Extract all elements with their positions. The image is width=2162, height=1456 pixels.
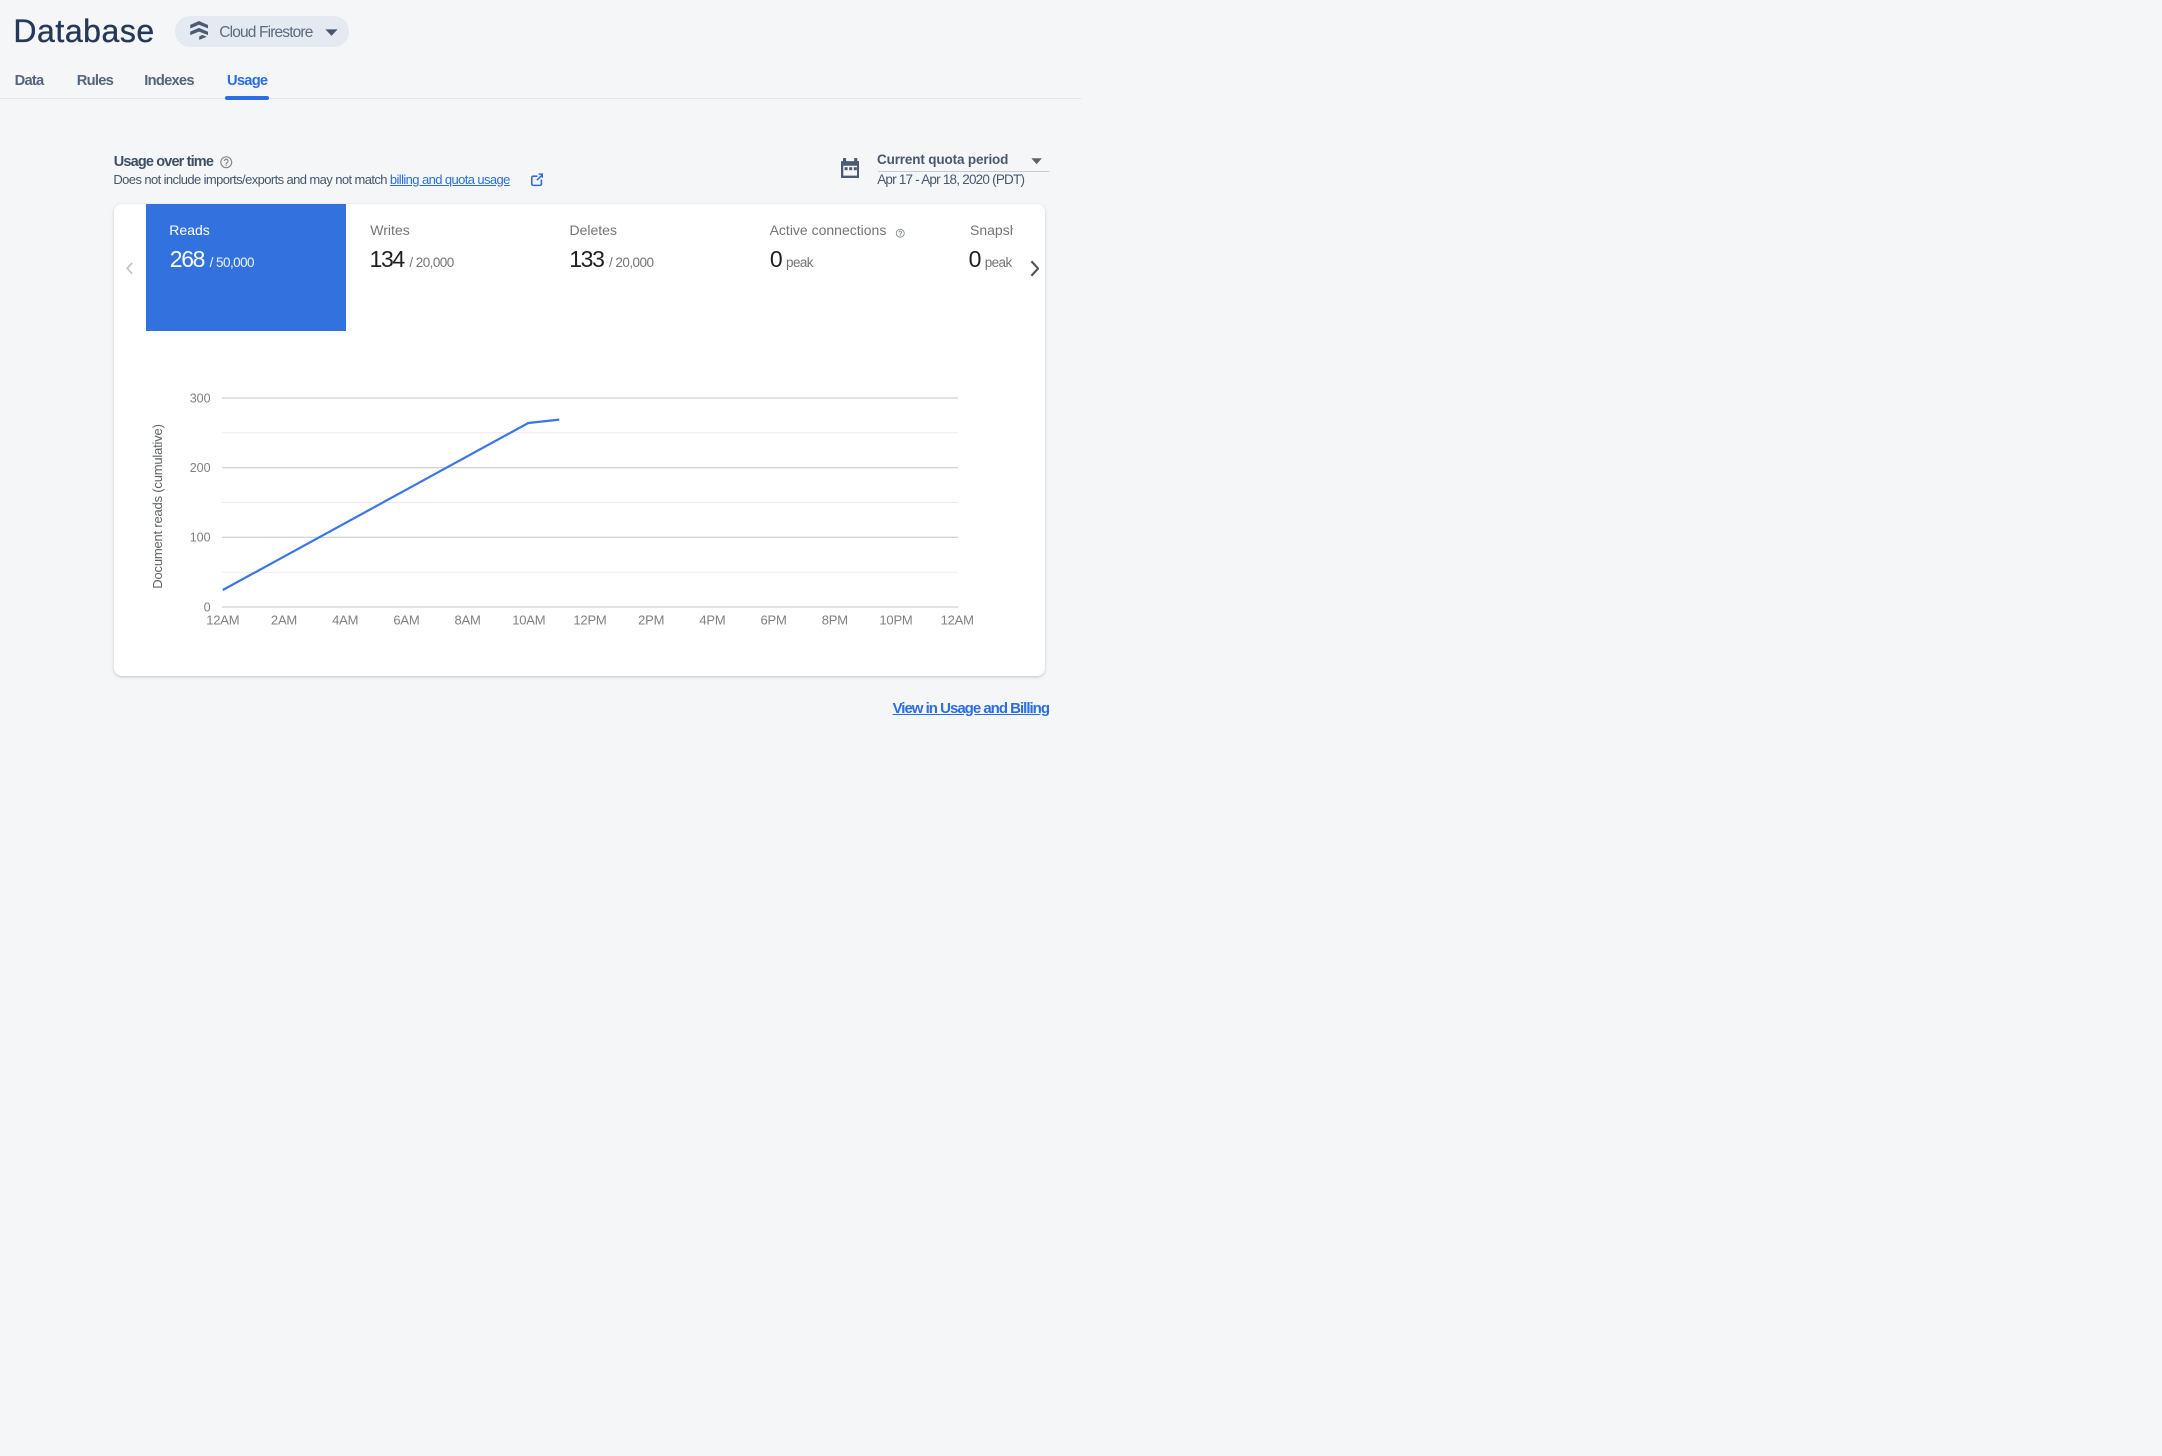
svg-text:100: 100 xyxy=(190,530,211,544)
svg-text:8PM: 8PM xyxy=(822,612,848,627)
svg-text:12AM: 12AM xyxy=(941,612,974,627)
svg-text:4AM: 4AM xyxy=(332,612,358,627)
svg-text:300: 300 xyxy=(190,391,211,405)
svg-text:8AM: 8AM xyxy=(455,612,481,627)
svg-text:6AM: 6AM xyxy=(393,612,419,627)
svg-text:12AM: 12AM xyxy=(206,612,239,627)
svg-text:200: 200 xyxy=(190,461,211,475)
svg-text:12PM: 12PM xyxy=(573,612,606,627)
svg-text:2PM: 2PM xyxy=(638,612,664,627)
svg-text:6PM: 6PM xyxy=(761,612,787,627)
svg-text:2AM: 2AM xyxy=(271,612,297,627)
svg-text:Document reads (cumulative): Document reads (cumulative) xyxy=(150,424,165,588)
svg-text:10AM: 10AM xyxy=(512,612,545,627)
svg-text:4PM: 4PM xyxy=(699,612,725,627)
svg-text:10PM: 10PM xyxy=(879,612,912,627)
